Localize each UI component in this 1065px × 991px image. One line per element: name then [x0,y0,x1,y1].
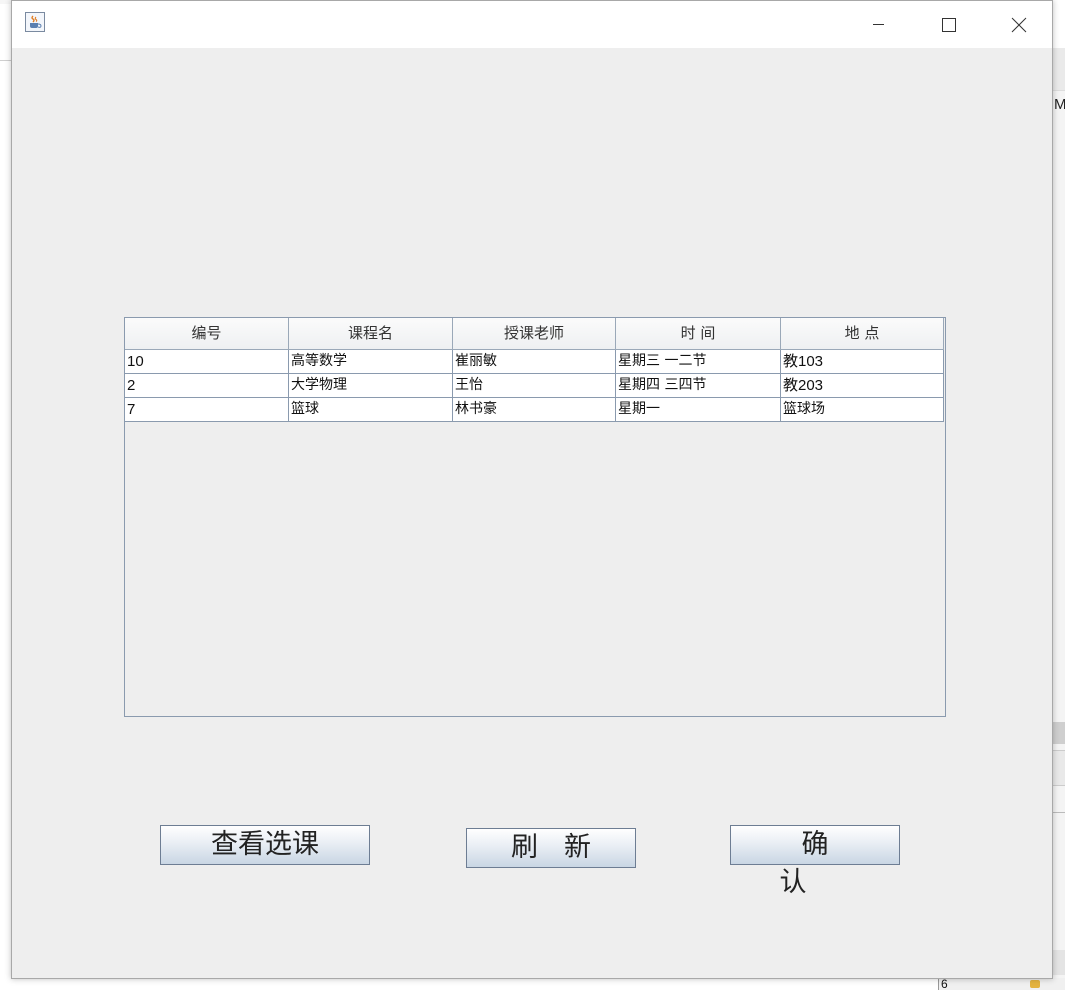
cell-id[interactable]: 2 [125,374,289,398]
cell-course-name[interactable]: 大学物理 [289,374,453,398]
column-header-location[interactable]: 地 点 [781,318,944,350]
course-table[interactable]: 编号 课程名 授课老师 时 间 地 点 10 高等数学 崔丽敏 星期三 一二节 … [124,317,946,717]
cell-teacher[interactable]: 林书豪 [453,398,616,422]
background-right-text: M [1054,96,1065,113]
maximize-button[interactable] [925,9,971,39]
background-bottom-strip [938,978,1065,990]
cell-location[interactable]: 教103 [781,350,944,374]
column-header-id[interactable]: 编号 [125,318,289,350]
maximize-icon [942,18,956,32]
table-header: 编号 课程名 授课老师 时 间 地 点 [125,318,944,350]
cell-course-name[interactable]: 篮球 [289,398,453,422]
background-right-panel [1053,48,1065,990]
cell-course-name[interactable]: 高等数学 [289,350,453,374]
cell-id[interactable]: 10 [125,350,289,374]
background-right-block [1053,950,1065,975]
cell-teacher[interactable]: 崔丽敏 [453,350,616,374]
table-row[interactable]: 10 高等数学 崔丽敏 星期三 一二节 教103 [125,350,944,374]
table-row[interactable]: 7 篮球 林书豪 星期一 篮球场 [125,398,944,422]
main-window: 编号 课程名 授课老师 时 间 地 点 10 高等数学 崔丽敏 星期三 一二节 … [11,0,1053,979]
close-icon [1011,17,1027,33]
close-button[interactable] [995,9,1041,39]
view-selected-courses-button[interactable]: 查看选课 [160,825,370,865]
confirm-button[interactable]: 确认 [730,825,900,898]
cell-teacher[interactable]: 王怡 [453,374,616,398]
title-bar[interactable] [12,1,1052,48]
cell-time[interactable]: 星期一 [616,398,781,422]
cell-location[interactable]: 篮球场 [781,398,944,422]
background-right-block [1053,48,1065,91]
refresh-button[interactable]: 刷新 [466,828,636,868]
background-right-bar [1053,722,1065,744]
cell-time[interactable]: 星期四 三四节 [616,374,781,398]
minimize-button[interactable] [855,9,901,39]
column-header-teacher[interactable]: 授课老师 [453,318,616,350]
folder-icon [1030,980,1040,988]
background-bottom-number: 6 [941,977,948,991]
minimize-icon [873,24,884,25]
table-row[interactable]: 2 大学物理 王怡 星期四 三四节 教203 [125,374,944,398]
column-header-course-name[interactable]: 课程名 [289,318,453,350]
column-header-time[interactable]: 时 间 [616,318,781,350]
background-right-divider [1053,812,1065,813]
java-cup-icon[interactable] [25,12,45,32]
cell-id[interactable]: 7 [125,398,289,422]
background-right-block [1053,750,1065,786]
cell-time[interactable]: 星期三 一二节 [616,350,781,374]
cell-location[interactable]: 教203 [781,374,944,398]
